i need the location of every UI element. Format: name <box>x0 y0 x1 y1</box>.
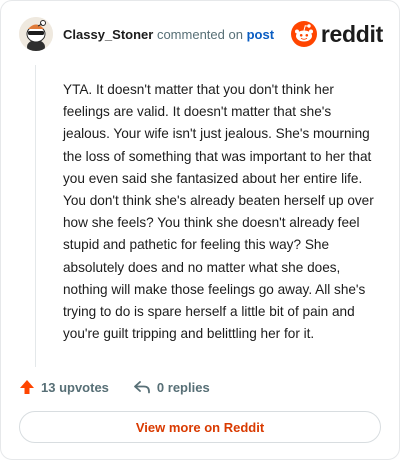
reddit-snoo-icon <box>290 21 317 47</box>
username-link[interactable]: Classy_Stoner <box>63 27 153 42</box>
reddit-comment-card: Classy_Stoner commented on post reddit Y… <box>0 0 400 460</box>
upvote-button[interactable]: 13 upvotes <box>19 379 109 395</box>
comment-byline: Classy_Stoner commented on post <box>63 27 274 42</box>
reply-count: 0 replies <box>156 379 210 395</box>
user-avatar[interactable] <box>19 17 53 51</box>
upvote-arrow-icon <box>20 380 34 394</box>
commented-on-text: commented on <box>156 27 243 42</box>
thread-line <box>35 65 36 367</box>
reply-arrow-icon <box>134 381 150 394</box>
comment-header: Classy_Stoner commented on post reddit <box>19 17 383 53</box>
comment-actions: 13 upvotes 0 replies <box>19 377 210 397</box>
post-link[interactable]: post <box>247 27 274 42</box>
reddit-logo[interactable]: reddit <box>290 19 383 49</box>
snoo-avatar-icon <box>19 17 53 51</box>
reddit-wordmark: reddit <box>320 20 383 47</box>
reply-button[interactable]: 0 replies <box>133 379 210 395</box>
comment-body: YTA. It doesn't matter that you don't th… <box>63 82 374 342</box>
upvote-count: 13 upvotes <box>41 379 109 395</box>
view-more-button[interactable]: View more on Reddit <box>19 411 381 443</box>
